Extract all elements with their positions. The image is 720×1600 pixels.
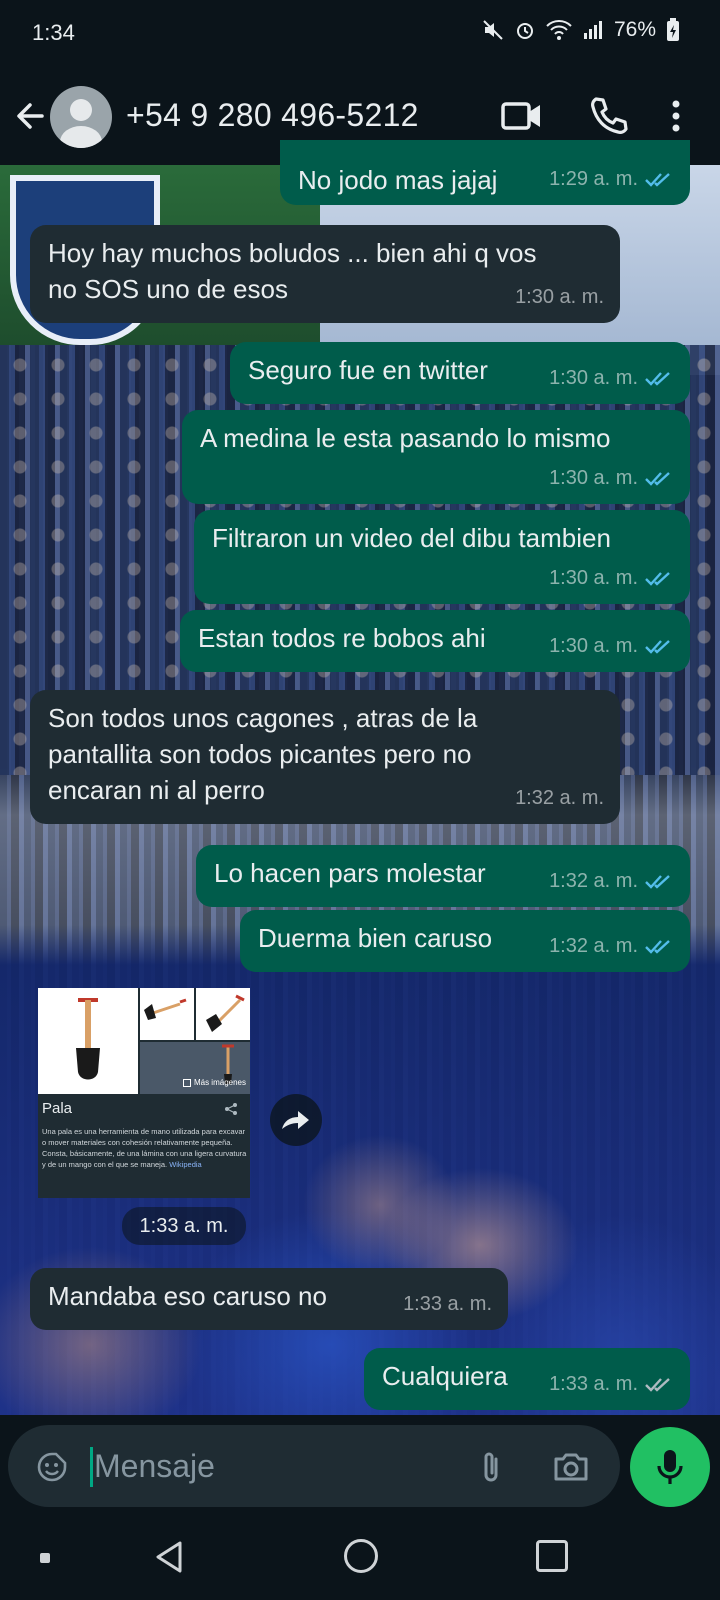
battery-percent: 76% <box>613 18 656 41</box>
double-check-read-icon <box>645 875 670 889</box>
forward-icon[interactable] <box>270 1094 322 1146</box>
message-bubble-outgoing[interactable]: Duerma bien caruso 1:32 a. m. <box>240 910 690 972</box>
nav-home-icon[interactable] <box>344 1539 378 1573</box>
message-meta: 1:30 a. m. <box>549 560 674 596</box>
signal-icon <box>582 19 604 41</box>
nav-dot-icon <box>40 1553 50 1563</box>
wikipedia-link: Wikipedia <box>169 1160 202 1169</box>
emoji-sticker-icon[interactable] <box>36 1451 68 1483</box>
message-bubble-outgoing[interactable]: Cualquiera 1:33 a. m. <box>364 1348 690 1410</box>
message-meta: 1:33 a. m. <box>403 1286 492 1322</box>
card-description: Una pala es una herramienta de mano util… <box>42 1127 247 1169</box>
status-bar: 1:34 76% <box>0 0 720 70</box>
card-title: Pala <box>42 1100 73 1117</box>
message-time: 1:33 a. m. <box>549 1373 638 1395</box>
message-time: 1:30 a. m. <box>515 286 604 308</box>
message-meta: 1:32 a. m. <box>515 780 604 816</box>
alarm-icon <box>514 19 536 41</box>
image-message-time: 1:33 a. m. <box>122 1207 246 1245</box>
double-check-read-icon <box>645 472 670 486</box>
message-bubble-incoming[interactable]: Hoy hay muchos boludos ... bien ahi q vo… <box>30 225 620 323</box>
message-time: 1:32 a. m. <box>515 787 604 809</box>
image-message[interactable]: Más imágenes Pala Una pala es una herram… <box>38 988 250 1198</box>
message-time: 1:30 a. m. <box>549 567 638 589</box>
shovel-image-main <box>38 988 138 1094</box>
video-call-icon[interactable] <box>500 96 544 136</box>
nav-back-icon[interactable] <box>152 1539 186 1575</box>
attach-icon[interactable] <box>476 1449 506 1485</box>
more-vert-icon[interactable] <box>664 94 688 138</box>
avatar-icon[interactable] <box>50 86 112 148</box>
nav-recents-icon[interactable] <box>536 1540 568 1572</box>
message-meta: 1:29 a. m. <box>549 161 674 197</box>
message-bubble-outgoing[interactable]: Filtraron un video del dibu tambien 1:30… <box>194 510 690 604</box>
status-icons: 76% <box>482 18 680 42</box>
share-icon <box>224 1102 238 1119</box>
double-check-read-icon <box>645 940 670 954</box>
double-check-read-icon <box>645 372 670 386</box>
system-nav-bar <box>0 1515 720 1600</box>
message-input-container <box>8 1425 620 1507</box>
message-meta: 1:33 a. m. <box>549 1366 674 1402</box>
double-check-read-icon <box>645 572 670 586</box>
message-time: 1:30 a. m. <box>549 367 638 389</box>
message-time: 1:33 a. m. <box>403 1293 492 1315</box>
message-meta: 1:30 a. m. <box>549 460 674 496</box>
message-time: 1:30 a. m. <box>549 467 638 489</box>
composer-bar <box>0 1415 720 1515</box>
message-time: 1:32 a. m. <box>549 870 638 892</box>
message-input[interactable] <box>94 1443 474 1489</box>
message-meta: 1:32 a. m. <box>549 928 674 964</box>
status-time: 1:34 <box>32 20 75 45</box>
double-check-delivered-icon <box>645 1378 670 1392</box>
message-text: Filtraron un video del dibu tambien <box>212 523 611 553</box>
battery-icon <box>666 18 680 42</box>
back-arrow-icon[interactable] <box>12 98 48 134</box>
message-bubble-outgoing[interactable]: No jodo mas jajaj 1:29 a. m. <box>280 140 690 205</box>
message-bubble-incoming[interactable]: Mandaba eso caruso no 1:33 a. m. <box>30 1268 508 1330</box>
message-bubble-outgoing[interactable]: Estan todos re bobos ahi 1:30 a. m. <box>180 610 690 672</box>
message-bubble-incoming[interactable]: Son todos unos cagones , atras de la pan… <box>30 690 620 824</box>
message-time: 1:29 a. m. <box>549 168 638 190</box>
text-cursor <box>90 1447 93 1487</box>
wifi-icon <box>546 19 572 41</box>
message-time: 1:32 a. m. <box>549 935 638 957</box>
message-bubble-outgoing[interactable]: Seguro fue en twitter 1:30 a. m. <box>230 342 690 404</box>
contact-name[interactable]: +54 9 280 496-5212 <box>126 97 419 134</box>
message-meta: 1:30 a. m. <box>549 360 674 396</box>
more-images-label[interactable]: Más imágenes <box>182 1078 246 1087</box>
shovel-image-3 <box>196 988 250 1040</box>
mic-icon[interactable] <box>630 1427 710 1507</box>
camera-icon[interactable] <box>552 1449 590 1485</box>
message-meta: 1:32 a. m. <box>549 863 674 899</box>
message-text: A medina le esta pasando lo mismo <box>200 423 611 453</box>
message-meta: 1:30 a. m. <box>515 279 604 315</box>
double-check-read-icon <box>645 640 670 654</box>
message-meta: 1:30 a. m. <box>549 628 674 664</box>
shovel-image-2 <box>140 988 194 1040</box>
double-check-read-icon <box>645 173 670 187</box>
mute-icon <box>482 19 504 41</box>
message-bubble-outgoing[interactable]: A medina le esta pasando lo mismo 1:30 a… <box>182 410 690 504</box>
message-bubble-outgoing[interactable]: Lo hacen pars molestar 1:32 a. m. <box>196 845 690 907</box>
message-time: 1:30 a. m. <box>549 635 638 657</box>
phone-icon[interactable] <box>588 94 628 138</box>
